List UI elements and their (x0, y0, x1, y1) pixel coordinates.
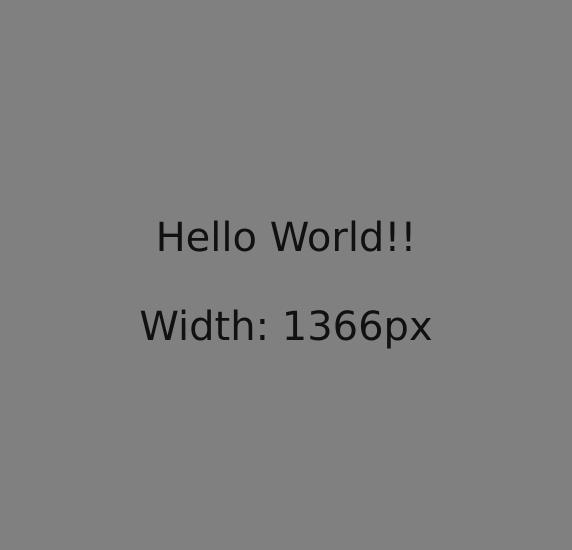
width-readout-text: Width: 1366px (139, 304, 433, 350)
content-area: Hello World!! Width: 1366px (0, 0, 572, 550)
greeting-text: Hello World!! (155, 215, 417, 261)
